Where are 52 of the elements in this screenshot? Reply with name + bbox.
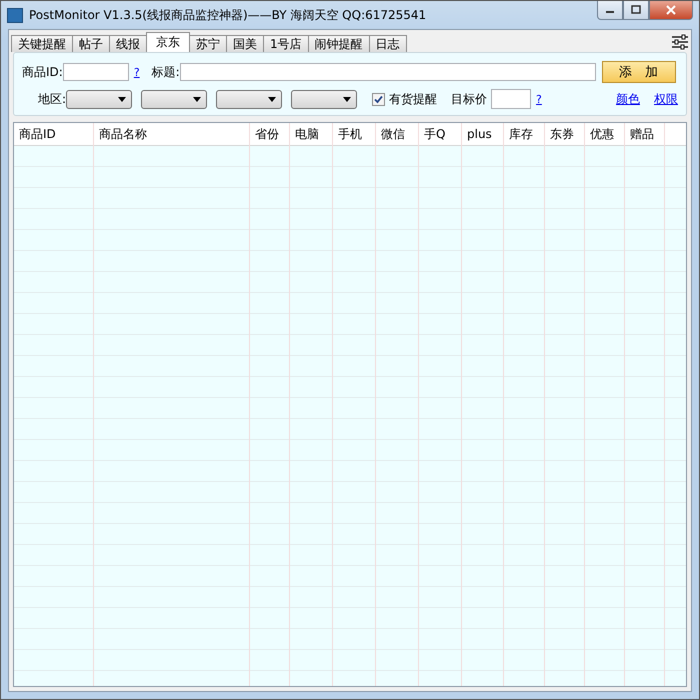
tab[interactable]: 线报 [109, 35, 147, 52]
minimize-button[interactable] [597, 1, 623, 20]
field-label: 商品ID: [22, 64, 63, 80]
caret-icon [343, 96, 352, 102]
column-header-filler [665, 123, 686, 146]
product-id-field[interactable] [62, 63, 129, 81]
tab[interactable]: 日志 [368, 35, 407, 52]
caret-icon [118, 96, 126, 102]
column-header[interactable]: 东券 [545, 123, 584, 146]
column-header[interactable]: plus [462, 123, 503, 146]
tab[interactable]: 京东 [146, 32, 190, 52]
column-header[interactable]: 赠品 [625, 123, 664, 146]
column-header[interactable]: 微信 [376, 123, 418, 146]
help-link[interactable]: ? [134, 66, 140, 78]
checkbox-label: 有货提醒 [389, 90, 438, 108]
maximize-icon [631, 5, 641, 15]
column-header[interactable]: 电脑 [290, 123, 332, 146]
add-button[interactable]: 添 加 [602, 61, 676, 83]
tab[interactable]: 苏宁 [189, 35, 227, 52]
link[interactable]: 权限 [654, 90, 678, 108]
checkbox[interactable] [372, 92, 386, 106]
help-link[interactable]: ? [536, 92, 542, 106]
column-header[interactable]: 库存 [504, 123, 544, 146]
column-header[interactable]: 省份 [250, 123, 289, 146]
column-header[interactable]: 商品ID [14, 123, 93, 146]
title-field[interactable] [180, 63, 596, 81]
region-dropdown[interactable] [141, 90, 208, 108]
caret-icon [268, 96, 276, 102]
column-header[interactable]: 手Q [419, 123, 461, 146]
column-header[interactable]: 优惠 [585, 123, 624, 146]
column-header[interactable]: 商品名称 [94, 123, 249, 146]
tab[interactable]: 帖子 [72, 35, 110, 52]
field-label: 目标价 [451, 90, 488, 108]
column-header[interactable]: 手机 [333, 123, 375, 146]
maximize-button[interactable] [623, 1, 649, 20]
tab[interactable]: 闹钟提醒 [308, 35, 370, 52]
caret-icon [193, 96, 202, 102]
tab[interactable]: 国美 [226, 35, 264, 52]
window-title: PostMonitor V1.3.5(线报商品监控神器)——BY 海阔天空 QQ:61725541 [29, 6, 426, 24]
close-button[interactable] [649, 1, 693, 20]
app-icon [7, 8, 23, 22]
region-dropdown[interactable] [216, 90, 282, 108]
region-dropdown[interactable] [66, 90, 132, 108]
field-label: 地区: [38, 90, 66, 108]
target-price-field[interactable] [491, 89, 532, 109]
settings-icon[interactable] [671, 34, 689, 50]
link[interactable]: 颜色 [616, 90, 640, 108]
tab[interactable]: 1号店 [263, 35, 309, 52]
tab[interactable]: 关键提醒 [11, 35, 73, 52]
close-icon [665, 5, 677, 15]
field-label: 标题: [152, 64, 180, 80]
region-dropdown[interactable] [291, 90, 358, 108]
